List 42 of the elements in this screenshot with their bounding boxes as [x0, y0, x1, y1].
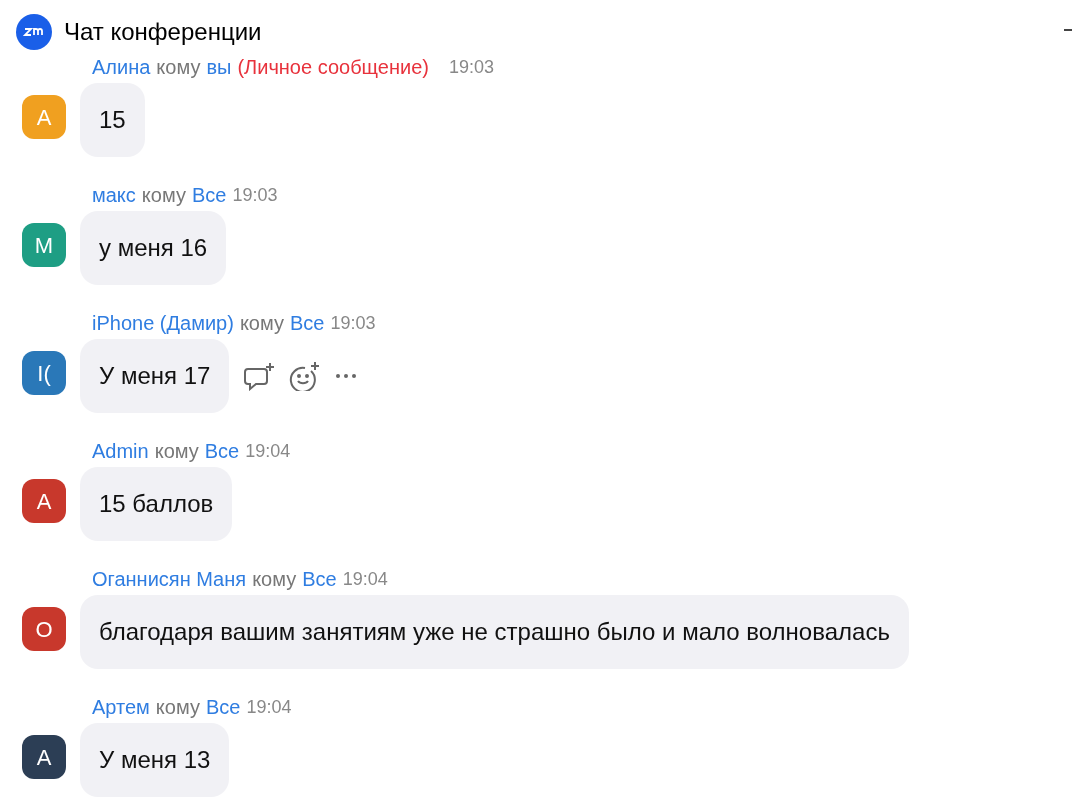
sender-name: iPhone (Дамир)	[92, 311, 234, 336]
to-label: кому	[154, 439, 199, 464]
to-label: кому	[239, 311, 284, 336]
message-time: 19:04	[246, 695, 292, 719]
message-bubble: благодаря вашим занятиям уже не страшно было и мало волновалась	[80, 595, 909, 669]
message-time: 19:03	[330, 311, 376, 335]
recipient-name: Все	[204, 439, 240, 464]
recipient-name: Все	[289, 311, 325, 336]
window-title: Чат конференции	[64, 17, 262, 47]
recipient-name: Все	[302, 567, 337, 592]
sender-name: Оганнисян Маня	[92, 567, 247, 592]
message-bubble: у меня 16	[80, 211, 227, 285]
emoji-add-icon[interactable]	[289, 361, 322, 391]
message-time: 19:04	[342, 567, 388, 591]
reply-icon[interactable]	[243, 361, 276, 391]
sender-name: Алина	[92, 55, 151, 80]
avatar: A	[22, 479, 66, 523]
message-bubble: 15 баллов	[80, 467, 233, 541]
message-bubble: У меня 13	[80, 723, 230, 797]
message-time: 19:04	[245, 439, 291, 463]
avatar: А	[22, 95, 66, 139]
message-bubble: 15	[80, 83, 145, 157]
avatar: А	[22, 735, 66, 779]
sender-name: макс	[92, 183, 136, 208]
private-label: (Личное сообщение)	[237, 55, 429, 80]
to-label: кому	[156, 55, 201, 80]
message-time: 19:03	[232, 183, 278, 207]
message-time: 19:03	[448, 55, 494, 79]
to-label: кому	[141, 183, 186, 208]
app-logo-icon	[16, 14, 52, 50]
recipient-name: Все	[191, 183, 227, 208]
to-label: кому	[252, 567, 297, 592]
avatar: М	[22, 223, 66, 267]
to-label: кому	[155, 695, 200, 720]
sender-name: Admin	[92, 439, 149, 464]
recipient-name: Все	[205, 695, 241, 720]
more-icon[interactable]	[335, 373, 358, 379]
sender-name: Артем	[92, 695, 150, 720]
recipient-name: вы	[206, 55, 232, 80]
avatar: О	[22, 607, 66, 651]
message-bubble: У меня 17	[80, 339, 230, 413]
avatar: I(	[22, 351, 66, 395]
